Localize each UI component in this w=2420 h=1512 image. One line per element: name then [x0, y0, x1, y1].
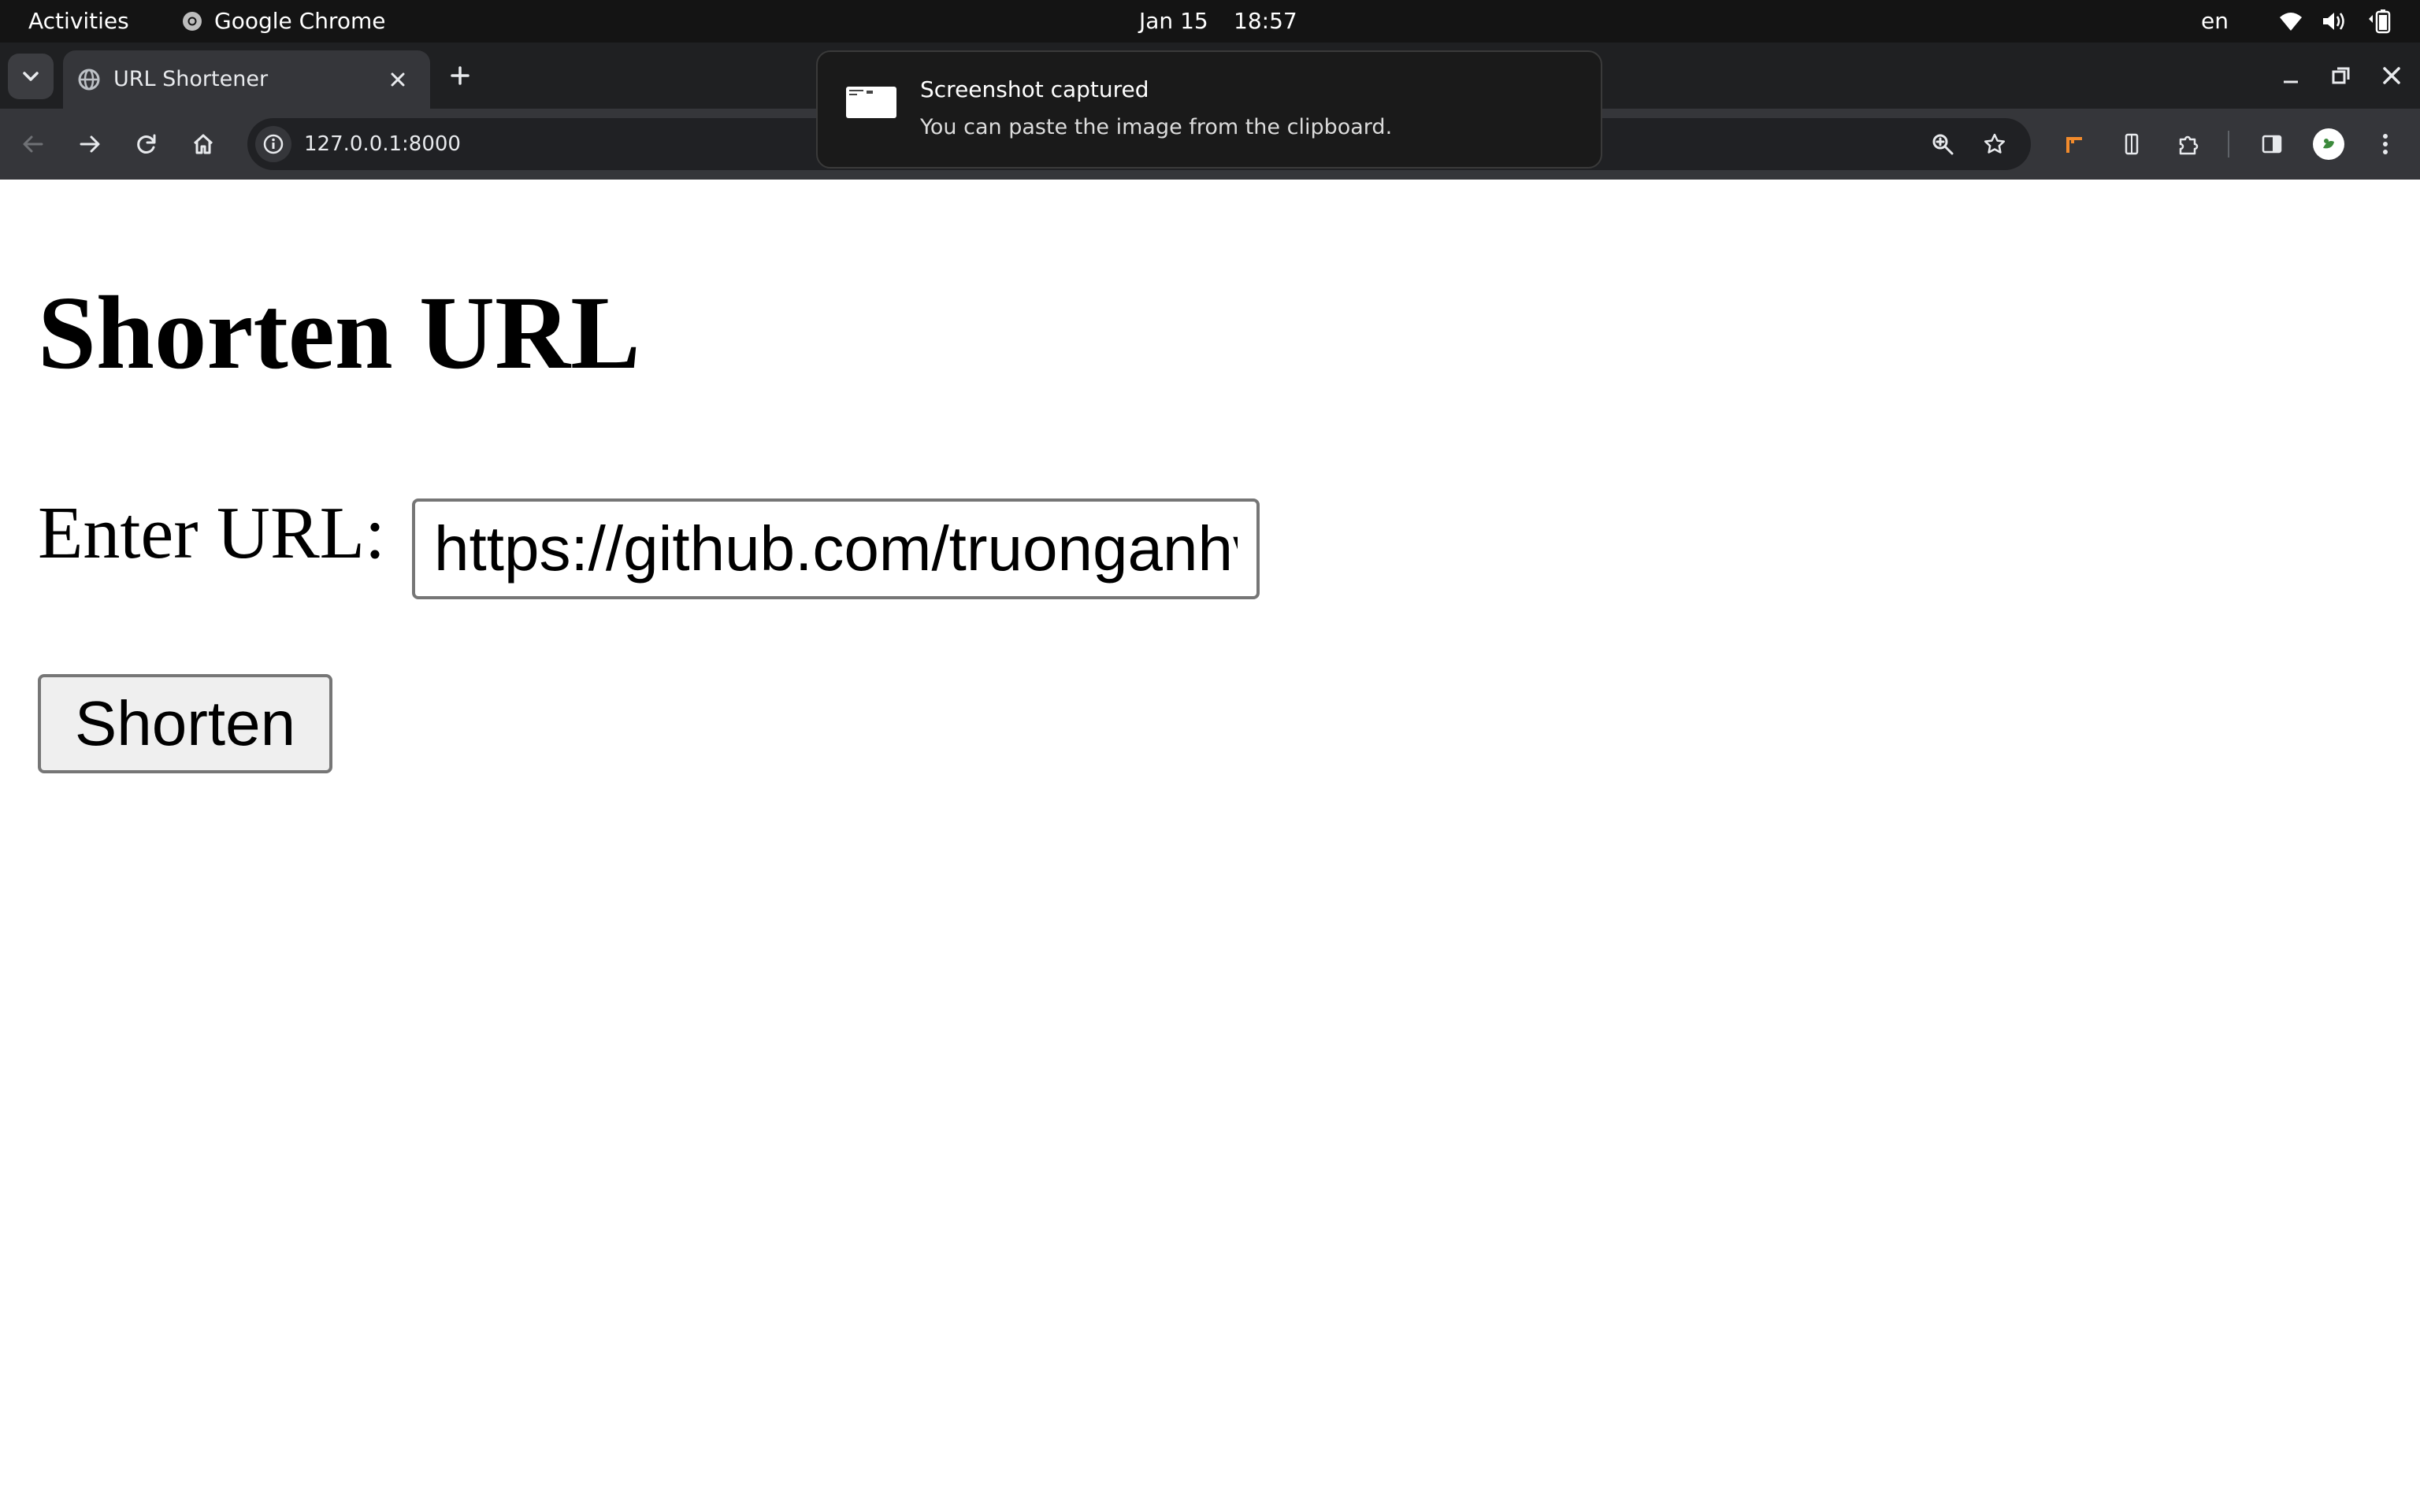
minimize-icon[interactable]	[2275, 60, 2307, 91]
battery-icon[interactable]	[2366, 9, 2393, 34]
profile-avatar[interactable]	[2313, 128, 2344, 160]
notification-body: You can paste the image from the clipboa…	[920, 115, 1393, 139]
bookmark-star-icon[interactable]	[1979, 128, 2010, 160]
site-info-icon[interactable]	[255, 126, 291, 162]
input-language-indicator[interactable]: en	[2201, 0, 2229, 43]
back-arrow-icon[interactable]	[17, 128, 49, 160]
clock-time[interactable]: 18:57	[1234, 0, 1297, 43]
app-menu-label[interactable]: Google Chrome	[214, 0, 385, 43]
system-top-bar: Activities Google Chrome Jan 15 18:57 en	[0, 0, 2420, 43]
page-title: Shorten URL	[38, 274, 640, 391]
url-input[interactable]	[412, 498, 1260, 599]
tab-close-icon[interactable]	[386, 68, 410, 91]
device-mode-icon[interactable]	[2116, 128, 2147, 160]
clock-date[interactable]: Jan 15	[1139, 0, 1208, 43]
tab-search-chevron-down-icon[interactable]	[8, 54, 54, 99]
extensions-puzzle-icon[interactable]	[2173, 128, 2204, 160]
extension-orange-icon[interactable]	[2059, 128, 2091, 160]
reload-icon[interactable]	[131, 128, 162, 160]
activities-button[interactable]: Activities	[28, 0, 129, 43]
tab-title: URL Shortener	[113, 67, 269, 91]
close-window-icon[interactable]	[2376, 60, 2407, 91]
forward-arrow-icon[interactable]	[74, 128, 106, 160]
side-panel-icon[interactable]	[2256, 128, 2288, 160]
notification-title: Screenshot captured	[920, 76, 1149, 102]
toolbar-divider	[2228, 131, 2229, 158]
url-input-label: Enter URL:	[38, 492, 386, 574]
tab-url-shortener[interactable]: URL Shortener	[63, 50, 430, 109]
screenshot-thumbnail-icon	[846, 87, 896, 118]
url-text[interactable]: 127.0.0.1:8000	[304, 118, 461, 170]
home-icon[interactable]	[187, 128, 219, 160]
restore-window-icon[interactable]	[2325, 60, 2357, 91]
zoom-icon[interactable]	[1927, 128, 1958, 160]
new-tab-plus-icon[interactable]	[444, 60, 476, 91]
volume-icon[interactable]	[2321, 10, 2346, 32]
more-menu-icon[interactable]	[2370, 128, 2401, 160]
screenshot-notification[interactable]: Screenshot captured You can paste the im…	[816, 50, 1602, 169]
page-content: Shorten URL Enter URL: Shorten	[0, 180, 2420, 1512]
globe-favicon-icon	[77, 68, 101, 91]
shorten-button[interactable]: Shorten	[38, 674, 332, 773]
wifi-icon[interactable]	[2278, 10, 2303, 32]
chrome-app-icon	[181, 10, 203, 32]
